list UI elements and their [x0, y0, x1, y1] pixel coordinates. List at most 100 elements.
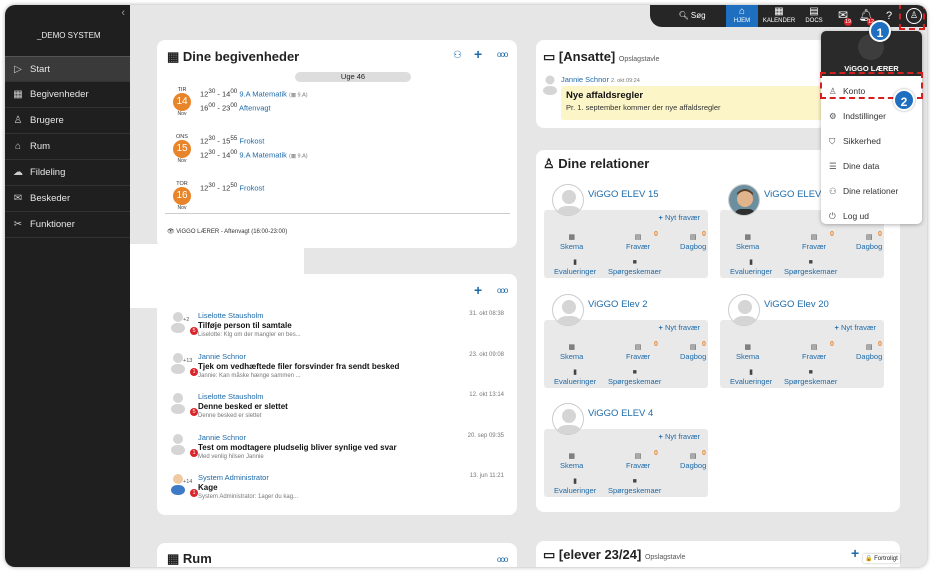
absence-link[interactable]: ▤ Fravær 0	[626, 450, 658, 470]
docs-button[interactable]: ▤ DOCS	[800, 5, 828, 27]
students-board-title: ▭ [elever 23/24] Opslagstavle	[543, 547, 686, 562]
cloud-icon: ☁	[13, 167, 23, 178]
unread-badge: 5	[190, 408, 198, 416]
board-icon: ▭	[543, 547, 556, 562]
diary-link[interactable]: ▤ Dagbog 0	[680, 341, 706, 361]
surveys-link[interactable]: ■ Spørgeskemaer	[608, 477, 661, 495]
menu-item-dine-relationer[interactable]: ⚇ Dine relationer	[829, 186, 898, 197]
menu-item-sikkerhed[interactable]: ⛉ Sikkerhed	[829, 136, 881, 147]
tools-icon: ✂	[13, 219, 23, 230]
more-options-icon[interactable]: ooo	[497, 50, 508, 59]
gear-icon: ⚙	[829, 111, 837, 121]
power-icon: ⏻	[829, 211, 836, 221]
menu-item-log-ud[interactable]: ⏻ Log ud	[829, 211, 869, 222]
menu-item-indstillinger[interactable]: ⚙ Indstillinger	[829, 111, 886, 122]
message-item[interactable]: 1 Jannie Schnor Test om modtagere pludse…	[170, 433, 510, 469]
surveys-link[interactable]: ■ Spørgeskemaer	[784, 258, 837, 276]
schedule-link[interactable]: ▦ Skema	[560, 233, 583, 251]
student-name[interactable]: ViGGO Elev 2	[588, 299, 648, 310]
relations-icon: ⚇	[829, 186, 837, 196]
new-absence-button[interactable]: + Nyt fravær	[835, 323, 877, 332]
schedule-link[interactable]: ▦ Skema	[736, 233, 759, 251]
avatar	[552, 294, 584, 326]
schedule-link[interactable]: ▦ Skema	[560, 343, 583, 361]
more-options-icon[interactable]: ooo	[497, 555, 508, 564]
database-icon: ☰	[829, 161, 837, 171]
home-button[interactable]: ⌂ HJEM	[726, 5, 758, 27]
add-event-button[interactable]: +	[474, 46, 482, 62]
avatar	[728, 184, 760, 216]
step-callout: 1	[869, 20, 891, 42]
events-title: ▦ Dine begivenheder	[167, 49, 300, 64]
add-person-icon[interactable]: ⚇	[453, 50, 462, 61]
sidebar-item-label: Funktioner	[30, 219, 75, 230]
calendar-button[interactable]: ▦ KALENDER	[760, 5, 798, 27]
avatar	[728, 294, 760, 326]
student-name[interactable]: ViGGO Elev 20	[764, 299, 829, 310]
new-absence-button[interactable]: + Nyt fravær	[659, 432, 701, 441]
room-icon: ▦	[167, 551, 180, 566]
surveys-link[interactable]: ■ Spørgeskemaer	[608, 258, 661, 276]
sidebar-item-label: Start	[30, 63, 51, 75]
unread-badge: 1	[190, 449, 198, 457]
new-absence-button[interactable]: + Nyt fravær	[659, 213, 701, 222]
evaluations-link[interactable]: ▮ Evalueringer	[554, 258, 596, 276]
new-absence-button[interactable]: + Nyt fravær	[659, 323, 701, 332]
sidebar-item-funktioner[interactable]: ✂ Funktioner	[5, 212, 130, 238]
users-icon: ♙	[13, 115, 23, 126]
new-message-button[interactable]: +	[474, 282, 482, 298]
post-box[interactable]: Nye affaldsregler Pr. 1. september komme…	[561, 86, 826, 120]
diary-link[interactable]: ▤ Dagbog 0	[856, 341, 882, 361]
student-name[interactable]: ViGGO ELEV	[764, 189, 821, 200]
student-name[interactable]: ViGGO ELEV 4	[588, 408, 653, 419]
diary-link[interactable]: ▤ Dagbog 0	[680, 450, 706, 470]
event-item[interactable]: 1230 - 1400 9.A Matematik (▦ 9.A)	[200, 88, 308, 99]
new-post-button[interactable]: +	[851, 545, 859, 561]
sidebar-item-brugere[interactable]: ♙ Brugere	[5, 108, 130, 134]
search-icon: 🔍︎	[678, 11, 689, 20]
diary-link[interactable]: ▤ Dagbog 0	[680, 231, 706, 251]
absence-link[interactable]: ▤ Fravær 0	[626, 341, 658, 361]
menu-item-dine-data[interactable]: ☰ Dine data	[829, 161, 879, 172]
absence-link[interactable]: ▤ Fravær 0	[626, 231, 658, 251]
evaluations-link[interactable]: ▮ Evalueringer	[730, 368, 772, 386]
student-name[interactable]: ViGGO ELEV 15	[588, 189, 659, 200]
evaluations-link[interactable]: ▮ Evalueringer	[554, 368, 596, 386]
mail-button[interactable]: ✉ 19	[835, 5, 852, 27]
surveys-link[interactable]: ■ Spørgeskemaer	[784, 368, 837, 386]
event-item[interactable]: 1230 - 1400 9.A Matematik (▦ 9.A)	[200, 149, 308, 160]
event-item[interactable]: 1600 - 2300 Aftenvagt	[200, 102, 271, 113]
sidebar-item-begivenheder[interactable]: ▦ Begivenheder	[5, 82, 130, 108]
highlight-user-button	[899, 5, 925, 30]
schedule-link[interactable]: ▦ Skema	[736, 343, 759, 361]
search-button[interactable]: 🔍︎ Søg	[672, 5, 712, 27]
play-icon: ▷	[14, 63, 22, 75]
relation-student: ViGGO Elev 20 + Nyt fravær ▦ Skema ▤ Fravæ…	[720, 294, 884, 388]
event-item[interactable]: 1230 - 1555 Frokost	[200, 135, 264, 146]
more-options-icon[interactable]: ooo	[497, 286, 508, 295]
message-item[interactable]: +13 1 Jannie Schnor Tjek om vedhæftede f…	[170, 352, 510, 388]
sidebar-item-rum[interactable]: ⌂ Rum	[5, 134, 130, 160]
event-item[interactable]: 1230 - 1250 Frokost	[200, 182, 264, 193]
staff-board-title: ▭ [Ansatte] Opslagstavle	[543, 49, 660, 64]
diary-link[interactable]: ▤ Dagbog 0	[856, 231, 882, 251]
avatar	[552, 403, 584, 435]
sidebar-item-fildeling[interactable]: ☁ Fildeling	[5, 160, 130, 186]
shield-icon: ⛉	[829, 136, 836, 146]
evaluations-link[interactable]: ▮ Evalueringer	[730, 258, 772, 276]
sidebar: ‹ _DEMO SYSTEM ▷ Start ▦ Begivenheder ♙ …	[5, 5, 130, 567]
sidebar-item-beskeder[interactable]: ✉ Beskeder	[5, 186, 130, 212]
sidebar-item-label: Rum	[30, 141, 51, 152]
sidebar-item-start[interactable]: ▷ Start	[5, 56, 130, 82]
collapse-sidebar-icon[interactable]: ‹	[121, 7, 125, 19]
absence-link[interactable]: ▤ Fravær 0	[802, 231, 834, 251]
event-day: TOR 16 Nov	[172, 181, 192, 211]
schedule-link[interactable]: ▦ Skema	[560, 452, 583, 470]
relation-student: ViGGO ELEV 4 + Nyt fravær ▦ Skema ▤ Fravær…	[544, 403, 708, 497]
absence-link[interactable]: ▤ Fravær 0	[802, 341, 834, 361]
surveys-link[interactable]: ■ Spørgeskemaer	[608, 368, 661, 386]
message-item[interactable]: +2 5 Liselotte Stausholm Tilføje person …	[170, 311, 510, 347]
message-item[interactable]: +14 1 System Administrator Kage System A…	[170, 473, 510, 509]
evaluations-link[interactable]: ▮ Evalueringer	[554, 477, 596, 495]
message-item[interactable]: 5 Liselotte Stausholm Denne besked er sl…	[170, 392, 510, 428]
